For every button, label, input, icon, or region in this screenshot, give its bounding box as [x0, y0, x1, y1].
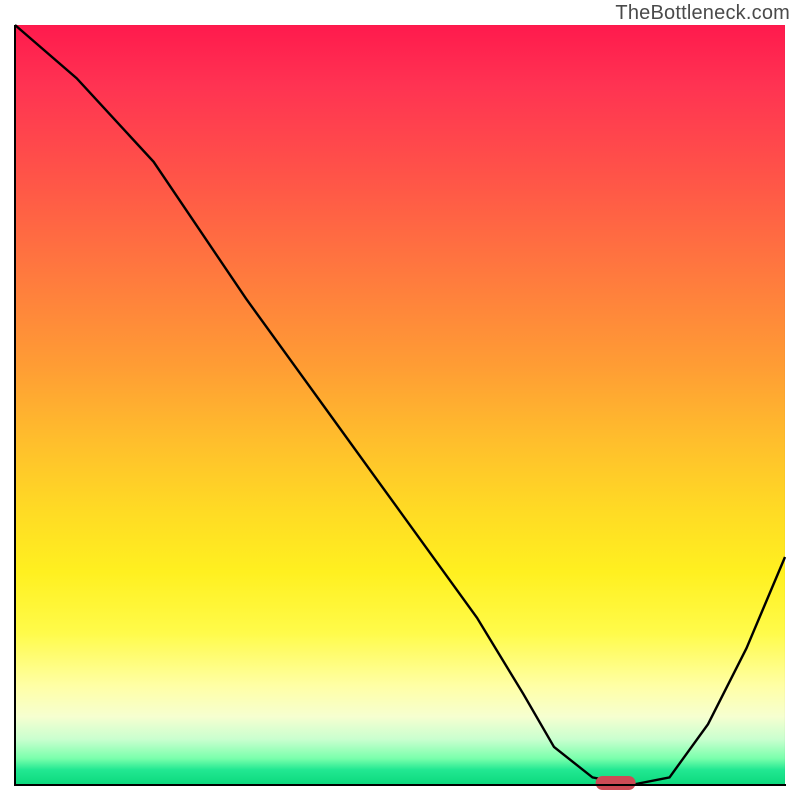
- curve-layer: [15, 25, 785, 785]
- chart-container: TheBottleneck.com: [0, 0, 800, 800]
- optimal-marker: [596, 776, 636, 790]
- x-axis: [14, 784, 786, 786]
- watermark-text: TheBottleneck.com: [615, 2, 790, 25]
- bottleneck-curve: [15, 25, 785, 785]
- y-axis: [14, 25, 16, 785]
